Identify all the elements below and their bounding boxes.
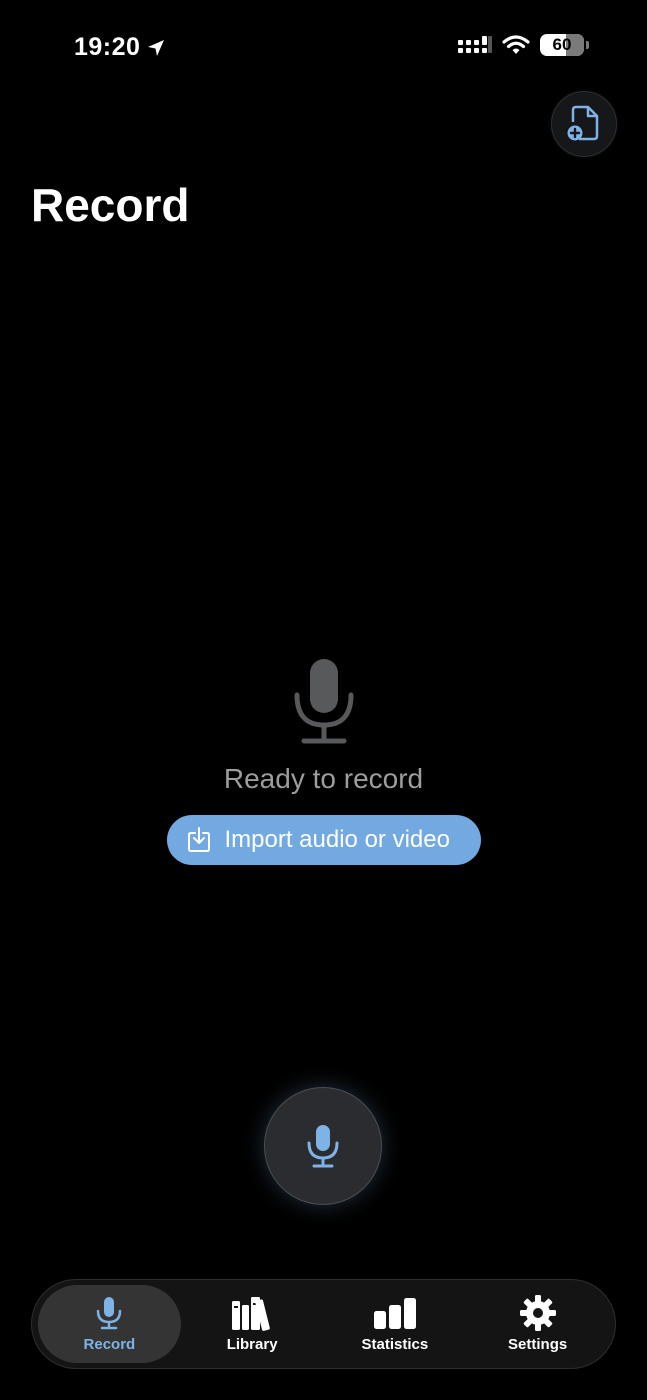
gear-icon bbox=[519, 1294, 556, 1331]
new-document-button[interactable] bbox=[551, 91, 617, 157]
battery-icon: 60 bbox=[540, 34, 584, 56]
page-title: Record bbox=[31, 179, 190, 231]
import-audio-video-button[interactable]: Import audio or video bbox=[166, 815, 481, 865]
tab-bar: Record Library Statistics Settings bbox=[31, 1279, 616, 1369]
tab-statistics-label: Statistics bbox=[361, 1335, 429, 1353]
tab-record-label: Record bbox=[83, 1335, 136, 1353]
tab-record[interactable]: Record bbox=[38, 1285, 181, 1363]
tab-settings[interactable]: Settings bbox=[466, 1285, 609, 1363]
books-icon bbox=[232, 1296, 270, 1331]
battery-nub bbox=[586, 41, 589, 49]
record-button[interactable] bbox=[264, 1087, 382, 1205]
import-button-label: Import audio or video bbox=[224, 826, 450, 853]
wifi-icon bbox=[502, 35, 530, 54]
bar-chart-icon bbox=[373, 1297, 416, 1329]
microphone-icon bbox=[307, 1125, 339, 1168]
status-indicators: 60 bbox=[458, 34, 589, 56]
status-time: 19:20 bbox=[74, 33, 166, 62]
status-bar: 19:20 60 bbox=[0, 0, 647, 96]
battery-level: 60 bbox=[552, 35, 572, 54]
tab-library-label: Library bbox=[226, 1335, 278, 1353]
empty-state: Ready to record Import audio or video bbox=[0, 655, 647, 865]
document-plus-icon bbox=[567, 105, 599, 141]
ready-to-record-text: Ready to record bbox=[223, 763, 424, 794]
status-time-text: 19:20 bbox=[74, 33, 141, 61]
tab-settings-label: Settings bbox=[508, 1335, 568, 1353]
cellular-signal-icon bbox=[458, 36, 492, 53]
location-arrow-icon bbox=[148, 39, 165, 56]
tab-statistics[interactable]: Statistics bbox=[324, 1285, 467, 1363]
microphone-icon bbox=[97, 1296, 122, 1329]
microphone-icon bbox=[294, 659, 353, 744]
tab-library[interactable]: Library bbox=[181, 1285, 324, 1363]
import-tray-icon bbox=[187, 827, 210, 852]
